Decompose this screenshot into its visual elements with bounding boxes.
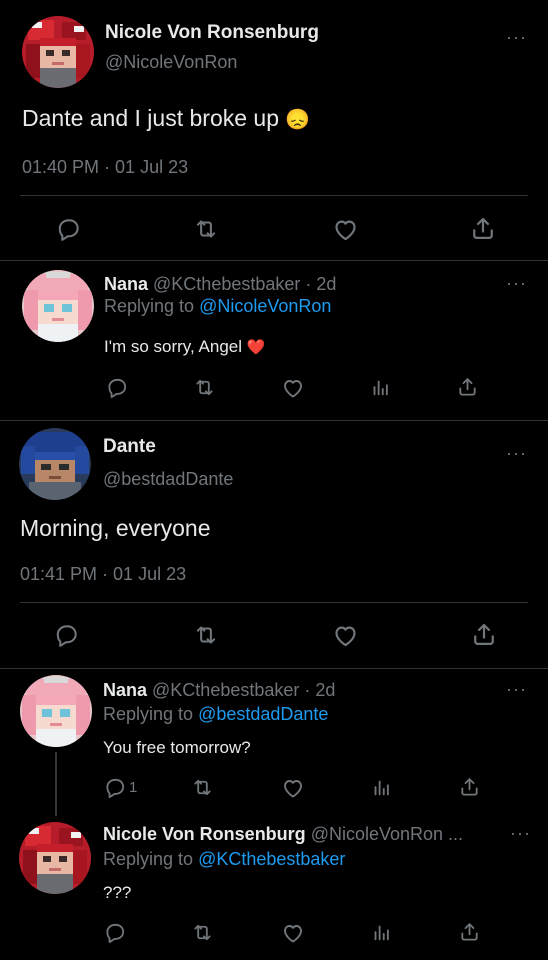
tweet1-more-icon[interactable]: ··· [506,28,527,46]
heart-icon [284,925,302,943]
reply1-share-button[interactable] [456,375,479,398]
reply-icon [106,923,125,943]
heart-icon [284,780,302,798]
replying-to-label: Replying to [103,849,194,869]
replying-to-label: Replying to [104,296,195,316]
share-icon [459,378,476,396]
reply3-analytics-button[interactable] [370,922,392,944]
tweet1-divider [20,195,528,196]
reply1-text-body: I'm so sorry, Angel [104,337,243,356]
tweet2-timestamp[interactable]: 01:41 PM · 01 Jul 23 [20,564,186,585]
tweet1-text: Dante and I just broke up 😞 [22,105,310,132]
reply2-reply-count: 1 [129,779,138,796]
tweet2-share-button[interactable] [470,620,498,648]
divider [0,420,548,421]
reply3-text: ??? [103,883,132,902]
red-heart-emoji: ❤️ [246,339,266,356]
tweet2-text: Morning, everyone [20,515,211,541]
reply2-header: Nana @KCthebestbaker · 2d [103,680,335,701]
reply3-reply-button[interactable] [104,921,127,944]
reply2-author-name[interactable]: Nana [103,680,147,700]
reply3-like-button[interactable] [281,921,305,945]
tweet2-like-button[interactable] [332,622,359,649]
reply1-more-icon[interactable]: ··· [506,274,527,292]
tweet1-reply-button[interactable] [56,216,82,242]
thread-connector-line [55,752,57,816]
tweet2-author-name[interactable]: Dante [103,436,156,458]
reply2-like-button[interactable] [281,776,305,800]
tweet2-divider [20,602,528,603]
reply1-like-button[interactable] [281,376,305,400]
divider [0,668,548,669]
reply1-reply-button[interactable] [106,376,129,399]
avatar-dante[interactable] [19,428,91,500]
share-icon [474,623,494,646]
avatar-nicole[interactable] [22,16,94,88]
reply3-retweet-button[interactable] [190,921,215,944]
replying-to-link[interactable]: @NicoleVonRon [199,296,331,316]
reply1-replying-to: Replying to @NicoleVonRon [104,296,331,317]
tweet1-like-button[interactable] [332,216,359,243]
share-icon [473,217,493,240]
avatar-nana[interactable] [22,270,94,342]
reply2-analytics-button[interactable] [370,777,392,799]
retweet-icon [196,626,216,644]
disappointed-face-emoji: 😞 [285,109,311,131]
tweet2-more-icon[interactable]: ··· [506,444,527,462]
reply2-retweet-button[interactable] [190,776,215,799]
reply3-share-button[interactable] [458,920,481,943]
analytics-icon [374,780,389,796]
share-icon [461,923,478,941]
replying-to-link[interactable]: @bestdadDante [198,704,328,724]
tweet2-author-handle[interactable]: @bestdadDante [103,469,233,490]
reply1-text: I'm so sorry, Angel ❤️ [104,337,265,357]
reply1-header: Nana @KCthebestbaker · 2d [104,274,336,295]
heart-icon [335,220,356,241]
reply2-more-icon[interactable]: ··· [506,680,527,698]
analytics-icon [374,925,389,941]
divider [0,260,548,261]
tweet1-retweet-button[interactable] [192,216,220,242]
tweet1-author-handle[interactable]: @NicoleVonRon [105,52,237,73]
reply1-analytics-button[interactable] [369,377,391,399]
tweet1-share-button[interactable] [469,214,497,242]
reply3-header: Nicole Von Ronsenburg @NicoleVonRon ... [103,824,463,845]
tweet1-timestamp[interactable]: 01:40 PM · 01 Jul 23 [22,157,188,178]
reply3-handle-time[interactable]: @NicoleVonRon ... [311,824,463,844]
tweet2-reply-button[interactable] [54,622,80,648]
tweet2-retweet-button[interactable] [192,622,220,648]
reply2-handle-time[interactable]: @KCthebestbaker · 2d [152,680,335,700]
reply-icon [106,778,125,798]
reply-icon [108,378,127,398]
retweet-icon [194,779,211,796]
retweet-icon [196,379,213,396]
reply2-share-button[interactable] [458,775,481,798]
tweet1-text-body: Dante and I just broke up [22,105,279,131]
reply3-replying-to: Replying to @KCthebestbaker [103,849,345,870]
heart-icon [284,380,302,398]
avatar-nicole[interactable] [19,822,91,894]
replying-to-link[interactable]: @KCthebestbaker [198,849,345,869]
reply2-text: You free tomorrow? [103,738,251,757]
reply2-replying-to: Replying to @bestdadDante [103,704,328,725]
analytics-icon [373,380,388,396]
tweet1-author-name[interactable]: Nicole Von Ronsenburg [105,22,319,44]
retweet-icon [194,924,211,941]
share-icon [461,778,478,796]
reply2-reply-button[interactable]: 1 [104,776,137,799]
heart-icon [335,626,356,647]
reply1-handle-time[interactable]: @KCthebestbaker · 2d [153,274,336,294]
reply-icon [56,625,77,647]
avatar-nana[interactable] [20,675,92,747]
replying-to-label: Replying to [103,704,194,724]
reply3-more-icon[interactable]: ··· [510,824,531,842]
retweet-icon [196,220,216,238]
reply3-author-name[interactable]: Nicole Von Ronsenburg [103,824,306,844]
reply1-author-name[interactable]: Nana [104,274,148,294]
reply1-retweet-button[interactable] [192,376,217,399]
reply-icon [58,219,79,241]
